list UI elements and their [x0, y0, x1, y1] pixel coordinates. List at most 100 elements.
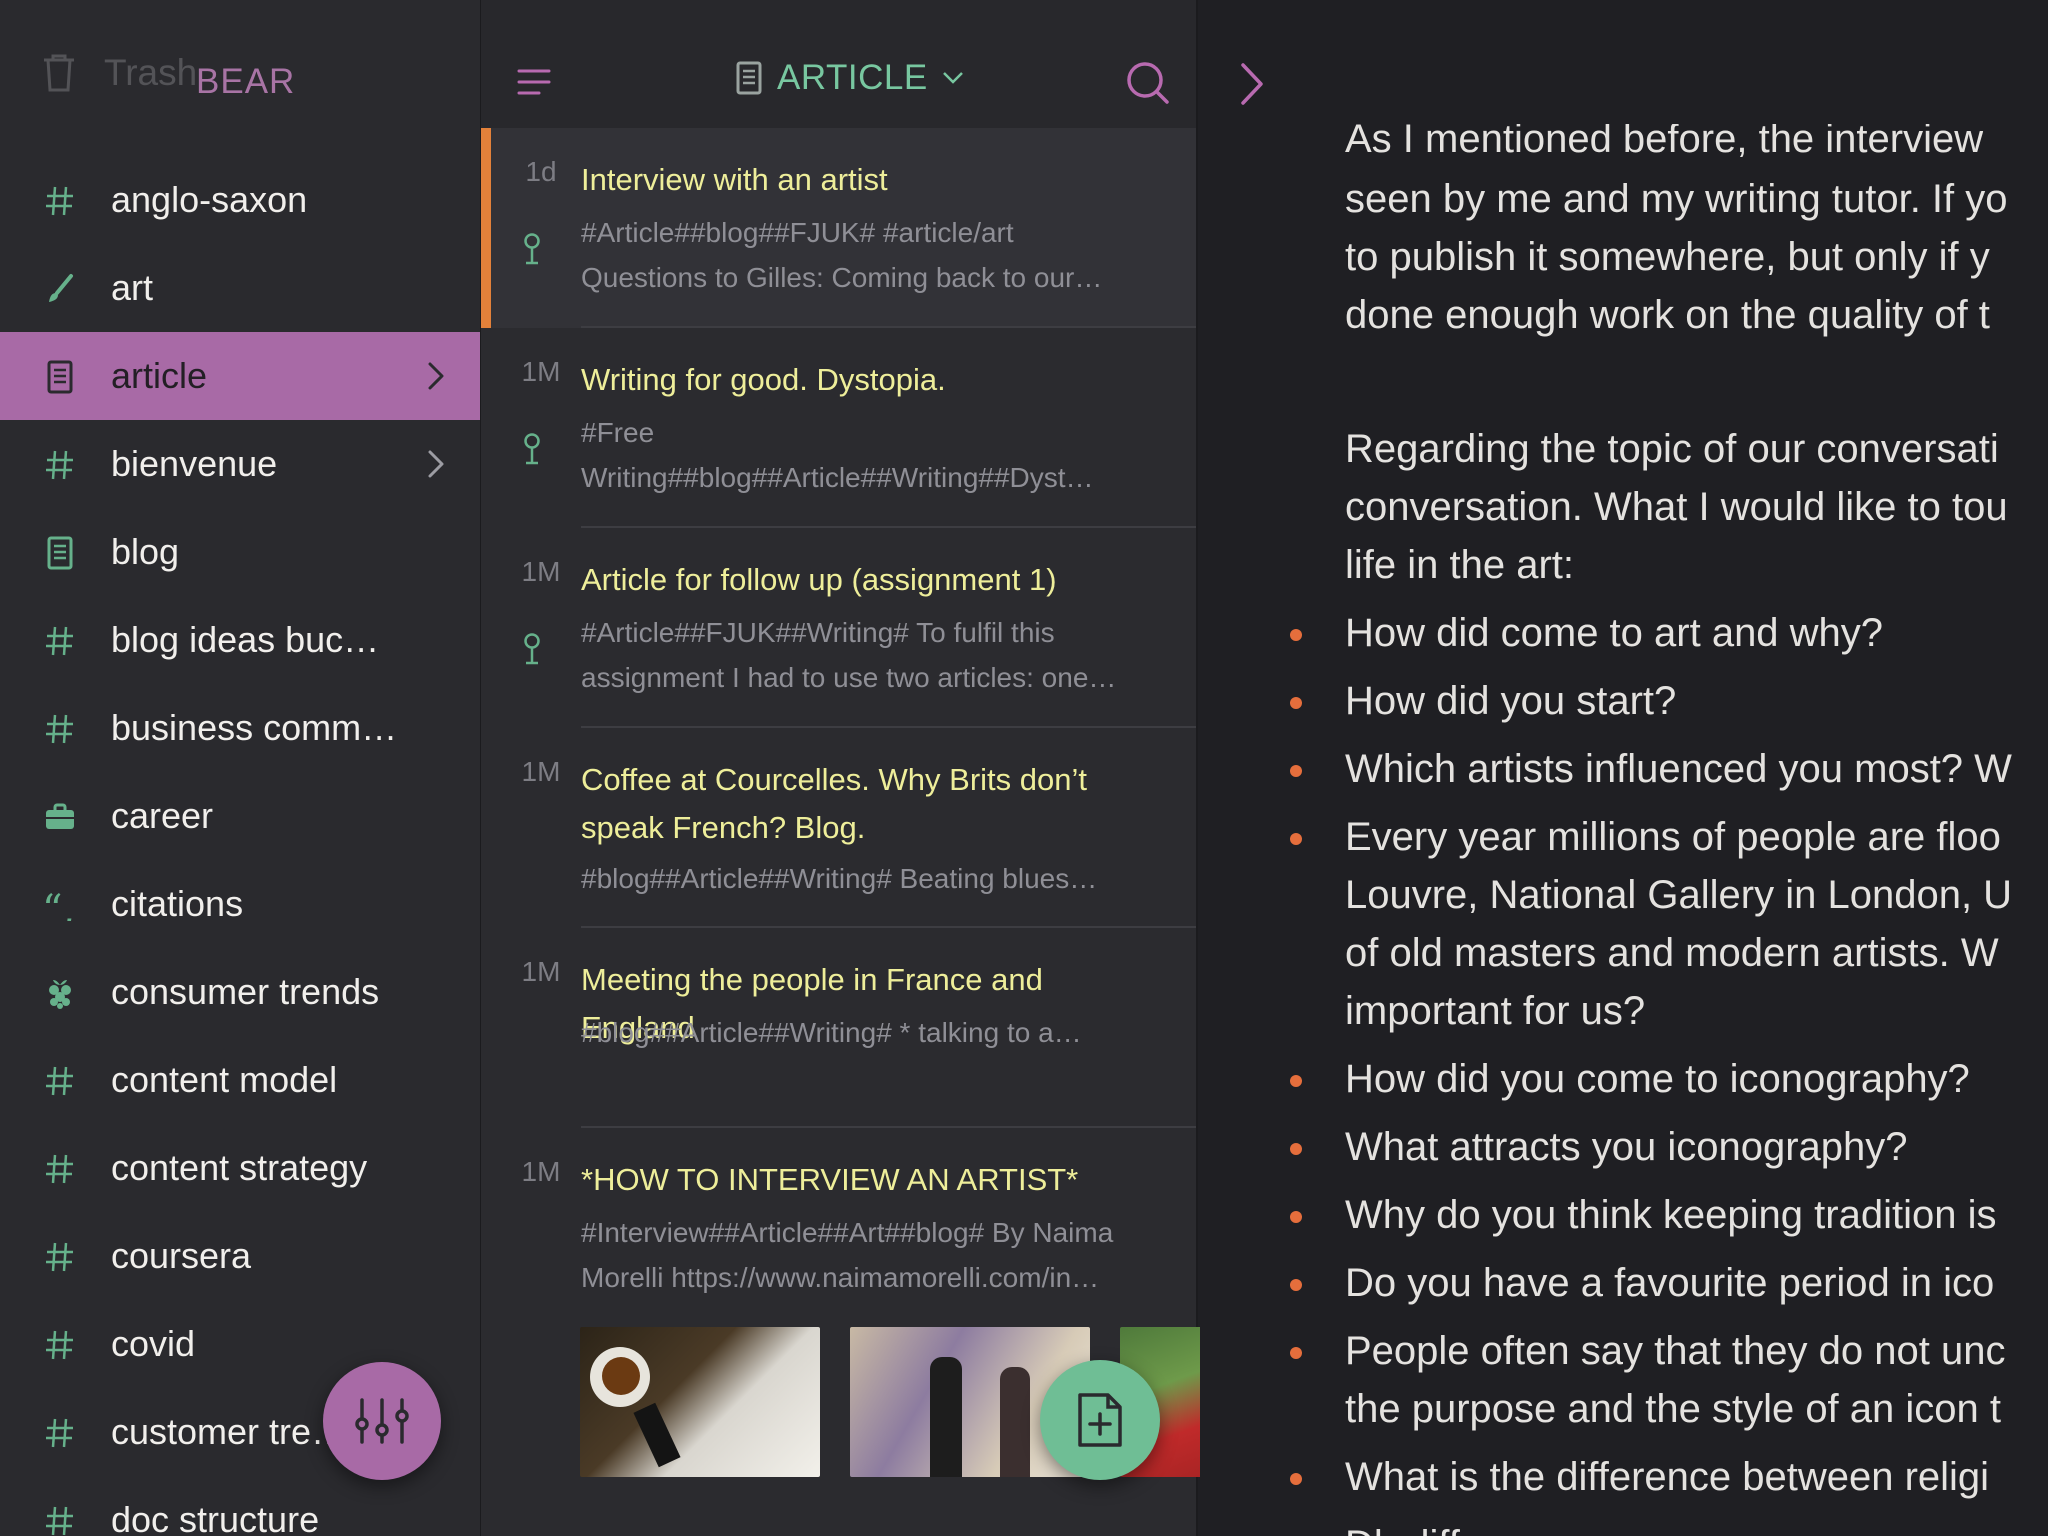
note-list-item[interactable]: 1M Coffee at Courcelles. Why Brits don’t … — [481, 728, 1196, 928]
hashtag-icon — [42, 1327, 78, 1363]
note-age: 1M — [521, 1156, 561, 1187]
image-thumbnail[interactable] — [580, 1327, 820, 1477]
sidebar-item-art[interactable]: art — [0, 244, 480, 332]
bullet-item: How did you come to iconography? — [1290, 1050, 2048, 1108]
text-line: What attracts you iconography? — [1345, 1125, 1908, 1169]
text-line: People often say that they do not unc — [1345, 1329, 2006, 1373]
note-title: Article for follow up (assignment 1) — [581, 562, 1057, 597]
note-list-item[interactable]: 1M Writing for good. Dystopia. #Free Writin… — [481, 328, 1196, 528]
text-line: Every year millions of people are floo — [1345, 815, 2001, 859]
paragraph: Regarding the topic of our conversati con… — [1345, 420, 2048, 594]
new-note-button[interactable] — [1040, 1360, 1160, 1480]
filter-button[interactable] — [323, 1362, 441, 1480]
sidebar-item-label: business comm… — [111, 707, 398, 748]
sidebar-item-label: blog — [111, 531, 180, 572]
trash-label[interactable]: Trash — [104, 52, 197, 94]
note-preview: #Article##blog##FJUK# #article/art Questi… — [581, 210, 1181, 300]
sidebar-item-anglo-saxon[interactable]: anglo-saxon — [0, 156, 480, 244]
text-line: of old masters and modern artists. W — [1345, 931, 1999, 975]
sidebar-item-label: consumer trends — [111, 971, 380, 1012]
text-line: How did you start? — [1345, 679, 1677, 723]
text-line: Do you have a favourite period in ico — [1345, 1261, 1995, 1305]
sidebar-item-label: content model — [111, 1059, 338, 1100]
list-title: ARTICLE — [777, 58, 928, 97]
text-line: Which artists influenced you most? W — [1345, 747, 2012, 791]
bullet-list: How did come to art and why? How did you … — [1290, 604, 2048, 1536]
hashtag-icon — [42, 623, 78, 659]
hashtag-icon — [42, 1063, 78, 1099]
note-preview-line: Questions to Gilles: Coming back to our… — [581, 262, 1103, 293]
sidebar-item-content-model[interactable]: content model — [0, 1036, 480, 1124]
bullet-item: Why do you think keeping tradition is — [1290, 1186, 2048, 1244]
chevron-down-icon — [942, 72, 963, 84]
note-preview: #Interview##Article##Art##blog# By Naima… — [581, 1210, 1181, 1300]
sidebar-item-blog-ideas-buc[interactable]: blog ideas buc… — [0, 596, 480, 684]
note-title: Interview with an artist — [581, 162, 888, 197]
note-preview: #blog##Article##Writing# * talking to a… — [581, 1010, 1181, 1055]
note-preview-line: assignment I had to use two articles: on… — [581, 662, 1117, 693]
menu-icon[interactable] — [517, 68, 551, 96]
text-line: What is the difference between religi — [1345, 1455, 1990, 1499]
note-age: 1M — [521, 556, 561, 587]
trash-item-ghost: Trash — [40, 52, 197, 94]
briefcase-icon — [42, 799, 78, 835]
notes: 1d Interview with an artist #Article##blog… — [481, 128, 1196, 1536]
bullet-item: People often say that they do not unc the… — [1290, 1322, 2048, 1438]
sliders-icon — [355, 1398, 409, 1444]
notebook-icon — [736, 61, 762, 95]
bullet-item: How did come to art and why? — [1290, 604, 2048, 662]
note-age: 1M — [521, 956, 561, 987]
bullet-item: How did you start? — [1290, 672, 2048, 730]
note-list-item[interactable]: 1M Meeting the people in France and Engla… — [481, 928, 1196, 1128]
sidebar-item-citations[interactable]: “, citations — [0, 860, 480, 948]
sidebar-item-article[interactable]: article — [0, 332, 480, 420]
pin-icon — [519, 232, 545, 266]
text-line: Regarding the topic of our conversati — [1345, 427, 1999, 471]
editor-content[interactable]: seen by me and my writing tutor. If yo to… — [1290, 112, 2048, 1536]
text-line: How did you come to iconography? — [1345, 1057, 1970, 1101]
sidebar-item-business-comm[interactable]: business comm… — [0, 684, 480, 772]
note-preview-line: Writing##blog##Article##Writing##Dyst… — [581, 462, 1094, 493]
note-title: Coffee at Courcelles. Why Brits don’t sp… — [581, 762, 1087, 845]
chevron-right-icon[interactable] — [1240, 62, 1264, 106]
text-line: How did come to art and why? — [1345, 611, 1884, 655]
note-editor[interactable]: As I mentioned before, the interview see… — [1200, 0, 2048, 1536]
chevron-right-icon[interactable] — [424, 448, 448, 480]
search-icon[interactable] — [1125, 60, 1169, 104]
note-list-item[interactable]: 1M Article for follow up (assignment 1) #A… — [481, 528, 1196, 728]
chevron-right-icon[interactable] — [424, 360, 448, 392]
list-title-dropdown[interactable]: ARTICLE — [735, 58, 964, 98]
text-line: Louvre, National Gallery in London, U — [1345, 873, 2013, 917]
text-line: done enough work on the quality of t — [1345, 293, 1990, 337]
note-list-item[interactable]: 1d Interview with an artist #Article##blog… — [481, 128, 1196, 328]
note-title: Writing for good. Dystopia. — [581, 362, 946, 397]
paragraph: seen by me and my writing tutor. If yo to… — [1345, 170, 2048, 344]
text-line: the purpose and the style of an icon t — [1345, 1387, 2001, 1431]
brush-icon — [42, 271, 78, 307]
bullet-item: What attracts you iconography? — [1290, 1118, 2048, 1176]
text-line: Why do you think keeping tradition is — [1345, 1193, 1997, 1237]
sidebar-item-label: bienvenue — [111, 443, 278, 484]
note-preview-line: #Free — [581, 417, 655, 448]
bullet-item: What is the difference between religi — [1290, 1448, 2048, 1506]
sidebar-item-bienvenue[interactable]: bienvenue — [0, 420, 480, 508]
sidebar-item-blog[interactable]: blog — [0, 508, 480, 596]
sidebar-item-content-strategy[interactable]: content strategy — [0, 1124, 480, 1212]
notebook-icon — [42, 535, 78, 571]
quote-icon: “, — [42, 887, 78, 923]
bullet-item: Every year millions of people are floo Lo… — [1290, 808, 2048, 1040]
sidebar-item-career[interactable]: career — [0, 772, 480, 860]
sidebar-item-coursera[interactable]: coursera — [0, 1212, 480, 1300]
text-line: Db diffe — [1345, 1516, 2048, 1536]
sidebar-item-doc-structure[interactable]: doc structure — [0, 1476, 480, 1536]
new-note-icon — [1078, 1393, 1122, 1447]
bullet-item: Db diffe — [1345, 1516, 2048, 1536]
sidebar-item-label: anglo-saxon — [111, 179, 308, 220]
text-line: to publish it somewhere, but only if y — [1345, 235, 1990, 279]
note-age: 1M — [521, 756, 561, 787]
note-preview-line: #Article##blog##FJUK# #article/art — [581, 217, 1014, 248]
note-preview-line: #blog##Article##Writing# * talking to a… — [581, 1017, 1082, 1048]
sidebar-item-consumer-trends[interactable]: consumer trends — [0, 948, 480, 1036]
hashtag-icon — [42, 1415, 78, 1451]
hashtag-icon — [42, 1503, 78, 1536]
